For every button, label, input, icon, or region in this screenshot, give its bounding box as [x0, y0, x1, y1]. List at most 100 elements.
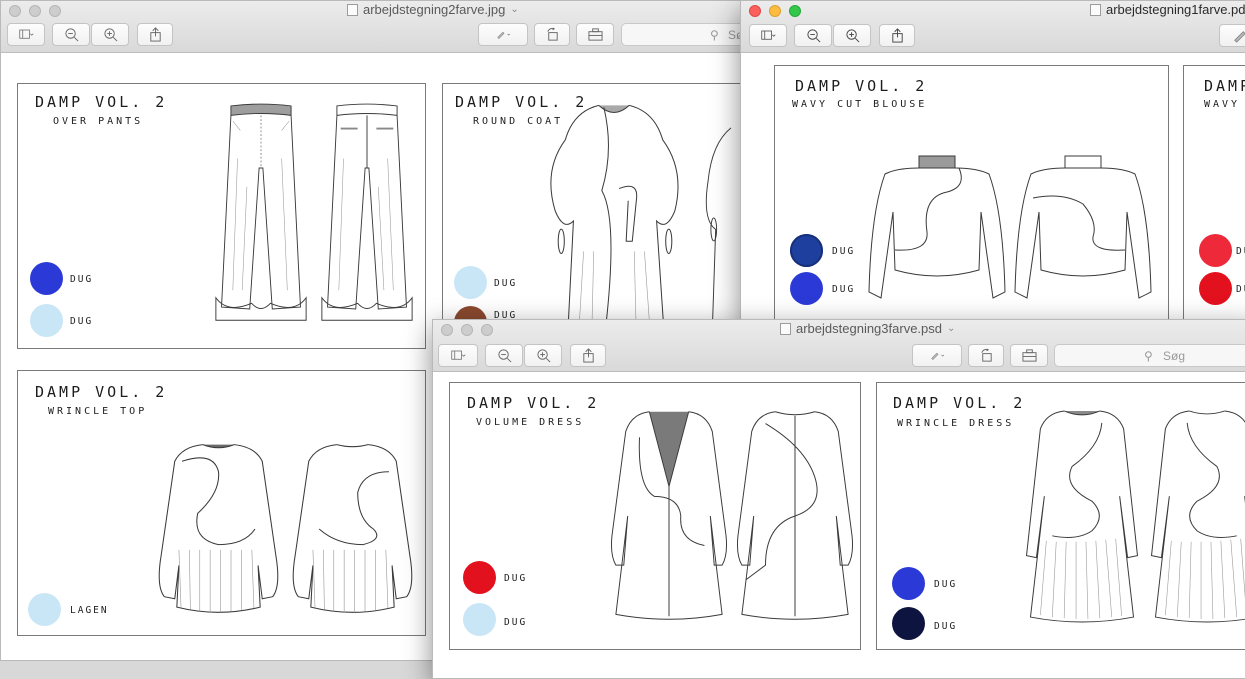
- sheet-volume-dress: DAMP VOL. 2 VOLUME DRESS DUG DUG: [449, 382, 861, 650]
- window-title[interactable]: arbejdstegning2farve.jpg ⌄: [347, 2, 519, 17]
- markup-button[interactable]: [1219, 24, 1245, 47]
- swatch-2: [790, 272, 823, 305]
- document-canvas[interactable]: DAMP VOL. 2 WAVY CUT BLOUSE DUG DUG DAMP…: [741, 54, 1245, 325]
- zoom-out-button[interactable]: [485, 344, 523, 367]
- document-canvas[interactable]: DAMP VOL. 2 VOLUME DRESS DUG DUG DAMP VO…: [433, 373, 1245, 678]
- toolbox-button[interactable]: [1010, 344, 1048, 367]
- swatch-2-label: DUG: [70, 316, 93, 327]
- swatch-1-label: DUG: [934, 579, 957, 590]
- close-button[interactable]: [9, 5, 21, 17]
- zoom-in-button[interactable]: [524, 344, 562, 367]
- minimize-button[interactable]: [769, 5, 781, 17]
- sheet-wrincle-top: DAMP VOL. 2 WRINCLE TOP LAGEN: [17, 370, 426, 636]
- garment-name: VOLUME DRESS: [476, 417, 584, 428]
- pants-back-sketch: [320, 96, 414, 334]
- swatch-2-label: DUG: [934, 621, 957, 632]
- zoom-in-icon: [103, 27, 118, 42]
- zoom-in-button[interactable]: [91, 23, 129, 46]
- markup-button[interactable]: [478, 23, 528, 46]
- swatch-2: [463, 603, 496, 636]
- share-icon: [148, 27, 163, 42]
- close-button[interactable]: [749, 5, 761, 17]
- sheet-partial-right: DAMP WAVY DU DU: [1183, 65, 1245, 321]
- brand-title: DAMP VOL. 2: [35, 93, 167, 111]
- swatch-2-label: DUG: [504, 617, 527, 628]
- swatch-1: [463, 561, 496, 594]
- brand-title: DAMP VOL. 2: [893, 394, 1025, 412]
- chevron-down-icon[interactable]: ⌄: [947, 323, 955, 334]
- preview-window-arbejdstegning1[interactable]: arbejdstegning1farve.pdf DAMP VOL. 2 WAV…: [740, 0, 1245, 326]
- swatch-2-label: DUG: [832, 284, 855, 295]
- garment-name: WRINCLE TOP: [48, 406, 147, 417]
- swatch-1: [30, 262, 63, 295]
- search-field[interactable]: ⚲ Søg: [1054, 344, 1245, 367]
- dress-front-sketch: [610, 405, 728, 627]
- swatch-1-label: LAGEN: [70, 605, 109, 616]
- coat-front-sketch: [543, 96, 685, 346]
- swatch-2-label: DU: [1236, 284, 1245, 295]
- zoom-out-icon: [497, 348, 512, 363]
- zoom-out-button[interactable]: [794, 24, 832, 47]
- swatch-1: [790, 234, 823, 267]
- rotate-button[interactable]: [968, 344, 1004, 367]
- window-controls: [441, 324, 493, 336]
- swatch-2: [892, 607, 925, 640]
- zoom-out-button[interactable]: [52, 23, 90, 46]
- zoom-button[interactable]: [481, 324, 493, 336]
- garment-name: WRINCLE DRESS: [897, 418, 1014, 429]
- rotate-icon: [545, 27, 560, 42]
- preview-window-arbejdstegning3[interactable]: arbejdstegning3farve.psd ⌄ ⚲ Søg: [432, 319, 1245, 679]
- minimize-button[interactable]: [29, 5, 41, 17]
- window-titlebar[interactable]: arbejdstegning3farve.psd ⌄ ⚲ Søg: [433, 320, 1245, 372]
- zoom-button[interactable]: [789, 5, 801, 17]
- sidebar-toggle-button[interactable]: [749, 24, 787, 47]
- top-front-sketch: [156, 439, 281, 619]
- swatch-1: [892, 567, 925, 600]
- toolbox-button[interactable]: [576, 23, 614, 46]
- markup-pen-icon: [930, 348, 945, 363]
- swatch-1-label: DUG: [70, 274, 93, 285]
- window-titlebar[interactable]: arbejdstegning2farve.jpg ⌄ ⚲ Søg: [1, 1, 759, 53]
- search-placeholder: Søg: [1163, 349, 1185, 363]
- minimize-button[interactable]: [461, 324, 473, 336]
- document-icon: [1090, 4, 1101, 16]
- garment-name: WAVY: [1204, 99, 1240, 110]
- garment-name: WAVY CUT BLOUSE: [792, 99, 927, 110]
- window-title[interactable]: arbejdstegning1farve.pdf: [1090, 2, 1245, 17]
- window-title[interactable]: arbejdstegning3farve.psd ⌄: [780, 321, 955, 336]
- share-button[interactable]: [137, 23, 173, 46]
- wrincle-dress-back-sketch: [1147, 407, 1245, 625]
- zoom-button[interactable]: [49, 5, 61, 17]
- window-titlebar[interactable]: arbejdstegning1farve.pdf: [741, 1, 1245, 53]
- blouse-front-sketch: [867, 151, 1007, 303]
- zoom-out-icon: [806, 28, 821, 43]
- share-button[interactable]: [570, 344, 606, 367]
- swatch-1: [28, 593, 61, 626]
- rotate-button[interactable]: [534, 23, 570, 46]
- brand-title: DAMP VOL. 2: [35, 383, 167, 401]
- sheet-round-coat: DAMP VOL. 2 ROUND COAT DUG DUG: [442, 83, 760, 349]
- blouse-back-sketch: [1013, 151, 1153, 303]
- markup-pen-icon: [1232, 28, 1245, 43]
- toolbox-icon: [1022, 348, 1037, 363]
- garment-name: OVER PANTS: [53, 116, 143, 127]
- sheet-wrincle-dress: DAMP VOL. 2 WRINCLE DRESS DUG DUG: [876, 382, 1245, 650]
- sidebar-toggle-button[interactable]: [438, 344, 478, 367]
- swatch-1-label: DU: [1236, 246, 1245, 257]
- window-title-text: arbejdstegning1farve.pdf: [1106, 2, 1245, 17]
- chevron-down-icon[interactable]: ⌄: [510, 4, 518, 15]
- zoom-in-button[interactable]: [833, 24, 871, 47]
- sidebar-toggle-icon: [19, 27, 34, 42]
- toolbox-icon: [588, 27, 603, 42]
- dress-back-sketch: [736, 405, 854, 627]
- rotate-icon: [979, 348, 994, 363]
- close-button[interactable]: [441, 324, 453, 336]
- sheet-wavy-cut-blouse: DAMP VOL. 2 WAVY CUT BLOUSE DUG DUG: [774, 65, 1169, 321]
- top-back-sketch: [290, 439, 415, 619]
- swatch-1-label: DUG: [832, 246, 855, 257]
- sidebar-toggle-button[interactable]: [7, 23, 45, 46]
- share-icon: [890, 28, 905, 43]
- markup-button[interactable]: [912, 344, 962, 367]
- share-button[interactable]: [879, 24, 915, 47]
- brand-title: DAMP VOL. 2: [467, 394, 599, 412]
